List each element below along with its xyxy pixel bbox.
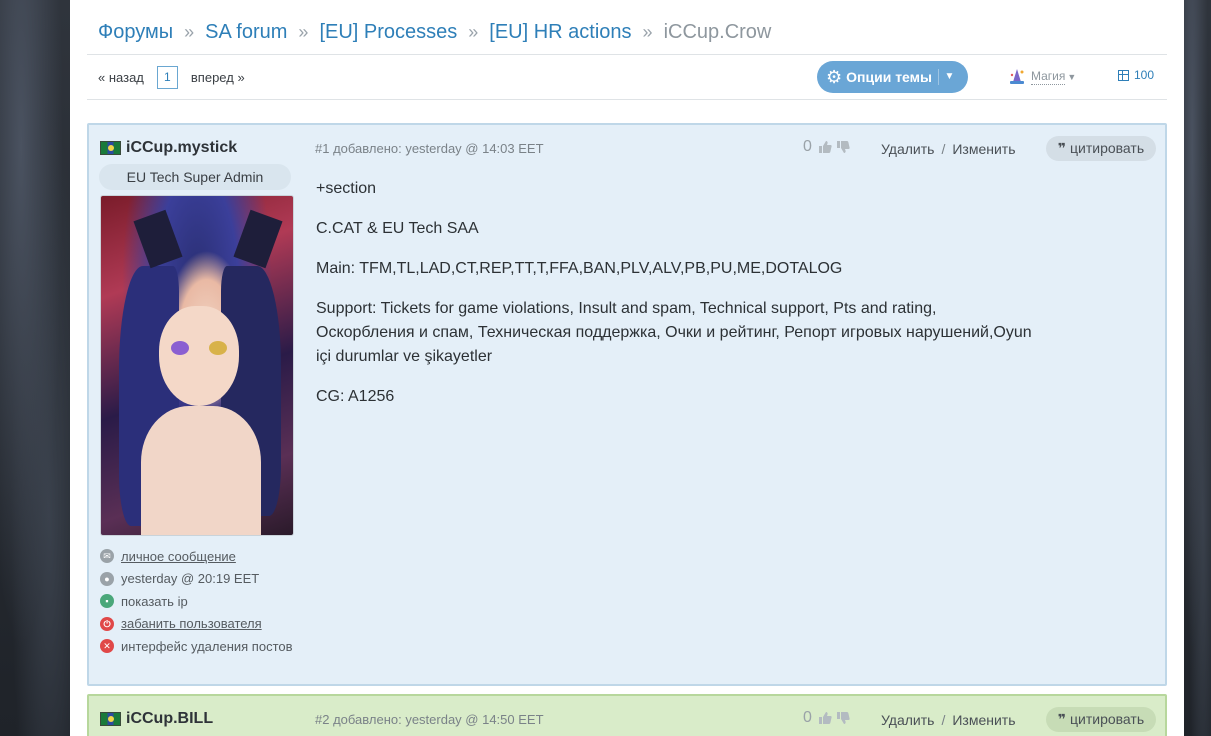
last-seen-label: yesterday @ 20:19 EET: [121, 571, 260, 587]
magic-dropdown[interactable]: Магия ▼: [1007, 66, 1076, 88]
last-seen: ● yesterday @ 20:19 EET: [100, 568, 293, 591]
content-line: Main: TFM,TL,LAD,CT,REP,TT,T,FFA,BAN,PLV…: [316, 260, 843, 277]
background-left: [0, 0, 70, 736]
thumbs-down-icon[interactable]: [836, 140, 850, 154]
edit-post-link[interactable]: Изменить: [952, 141, 1015, 157]
user-role-badge: EU Tech Super Admin: [99, 164, 291, 190]
pagination: « назад 1 вперед »: [98, 65, 245, 89]
quote-label: цитировать: [1070, 140, 1145, 156]
delete-post-link[interactable]: Удалить: [881, 141, 934, 157]
avatar-eye-right: [209, 341, 227, 355]
forum-page: Форумы » SA forum » [EU] Processes » [EU…: [70, 0, 1184, 736]
delete-posts-ui-label: интерфейс удаления постов: [121, 638, 293, 654]
content-line: C.CAT & EU Tech SAA: [316, 220, 479, 237]
divider: [87, 54, 1167, 55]
post-actions: Удалить / Изменить: [881, 141, 1016, 157]
post: iCCup.mystick EU Tech Super Admin ✉ личн…: [87, 123, 1167, 686]
wizard-hat-icon: [1010, 69, 1024, 84]
breadcrumb-separator: »: [642, 21, 653, 42]
private-message-link[interactable]: ✉ личное сообщение: [100, 545, 293, 568]
topic-options-label: Опции темы: [846, 69, 932, 85]
list-icon: [1118, 69, 1129, 81]
prev-page-link[interactable]: « назад: [98, 70, 144, 85]
edit-post-link[interactable]: Изменить: [952, 712, 1015, 728]
post-author: iCCup.mystick: [100, 139, 237, 157]
delete-post-link[interactable]: Удалить: [881, 712, 934, 728]
avatar-body: [141, 406, 261, 535]
breadcrumb-separator: »: [298, 21, 309, 42]
post-meta: #2 добавлено: yesterday @ 14:50 EET: [315, 712, 544, 727]
power-icon: ⏻: [100, 616, 114, 631]
show-ip-label: показать ip: [121, 593, 188, 609]
separator: /: [941, 141, 946, 157]
post-rating: 0: [803, 138, 850, 156]
quote-label: цитировать: [1070, 711, 1145, 727]
post-author: iCCup.BILL: [100, 710, 213, 728]
post: iCCup.BILL #2 добавлено: yesterday @ 14:…: [87, 694, 1167, 736]
quote-button[interactable]: ❞ цитировать: [1046, 136, 1156, 161]
content-line: Support: Tickets for game violations, In…: [316, 300, 1032, 365]
chevron-down-icon[interactable]: ▼: [938, 69, 960, 85]
avatar-ear-right: [233, 209, 283, 269]
thumbs-up-icon[interactable]: [818, 711, 832, 725]
breadcrumb-separator: »: [468, 21, 479, 42]
post-meta: #1 добавлено: yesterday @ 14:03 EET: [315, 141, 544, 156]
thumbs-up-icon[interactable]: [818, 140, 832, 154]
user-actions: ✉ личное сообщение ● yesterday @ 20:19 E…: [100, 545, 293, 658]
avatar-eye-left: [171, 341, 189, 355]
avatar-face: [159, 306, 239, 406]
ip-icon: ▪: [100, 594, 114, 609]
breadcrumb-separator: »: [184, 21, 195, 42]
avatar-ear-left: [133, 209, 183, 269]
separator: /: [941, 712, 946, 728]
content-line: +section: [316, 180, 377, 197]
breadcrumb-sa-forum[interactable]: SA forum: [205, 21, 287, 44]
breadcrumb-forums[interactable]: Форумы: [98, 21, 173, 44]
next-page-link[interactable]: вперед »: [191, 70, 245, 85]
post-rating: 0: [803, 709, 850, 727]
quote-button[interactable]: ❞ цитировать: [1046, 707, 1156, 732]
show-ip-link[interactable]: ▪ показать ip: [100, 590, 293, 613]
clock-icon: ●: [100, 571, 114, 586]
rating-value: 0: [803, 138, 812, 155]
quote-icon: ❞: [1057, 140, 1067, 156]
ban-user-link[interactable]: ⏻ забанить пользователя: [100, 613, 293, 636]
background-right: [1184, 0, 1211, 736]
avatar: [100, 195, 294, 536]
delete-posts-ui-link[interactable]: ✕ интерфейс удаления постов: [100, 635, 293, 658]
page-number-current[interactable]: 1: [156, 65, 178, 89]
private-message-label: личное сообщение: [121, 548, 236, 564]
breadcrumb-eu-hr-actions[interactable]: [EU] HR actions: [489, 21, 631, 44]
mail-icon: ✉: [100, 549, 114, 564]
ban-user-label: забанить пользователя: [121, 616, 262, 632]
topic-options-button[interactable]: ⚙ Опции темы ▼: [817, 61, 968, 93]
breadcrumb: Форумы » SA forum » [EU] Processes » [EU…: [98, 18, 771, 46]
magic-label: Магия: [1031, 69, 1066, 85]
flag-icon: [100, 141, 121, 155]
rating-value: 0: [803, 709, 812, 726]
breadcrumb-eu-processes[interactable]: [EU] Processes: [319, 21, 457, 44]
content-line: CG: A1256: [316, 388, 395, 405]
close-icon: ✕: [100, 639, 114, 654]
chevron-down-icon: ▼: [1067, 72, 1077, 82]
breadcrumb-current: iCCup.Crow: [663, 20, 772, 43]
post-count-link[interactable]: 100: [1118, 68, 1154, 82]
author-name[interactable]: iCCup.BILL: [126, 710, 213, 728]
divider: [87, 99, 1167, 100]
post-content: +section C.CAT & EU Tech SAA Main: TFM,T…: [316, 177, 1036, 425]
gear-icon: ⚙: [826, 66, 843, 87]
thumbs-down-icon[interactable]: [836, 711, 850, 725]
post-count-value: 100: [1134, 68, 1155, 82]
quote-icon: ❞: [1057, 711, 1067, 727]
flag-icon: [100, 712, 121, 726]
post-actions: Удалить / Изменить: [881, 712, 1016, 728]
author-name[interactable]: iCCup.mystick: [126, 139, 237, 157]
